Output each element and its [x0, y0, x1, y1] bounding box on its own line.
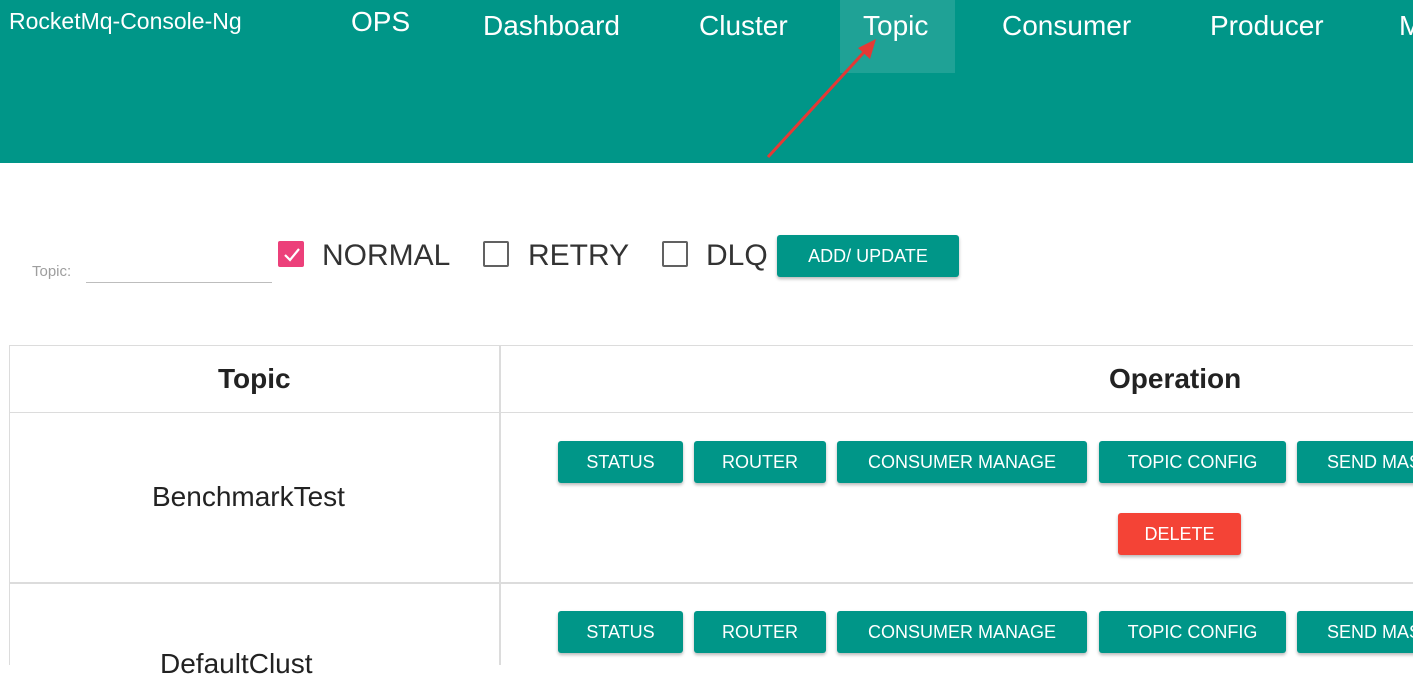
nav-cluster-label: Cluster — [699, 10, 788, 41]
topic-config-button[interactable]: TOPIC CONFIG — [1099, 611, 1286, 653]
nav-ops-label: OPS — [351, 6, 411, 37]
table-border-left — [9, 345, 10, 665]
topic-name-cell: BenchmarkTest — [152, 481, 345, 512]
nav-consumer[interactable]: Consumer — [1002, 0, 1131, 73]
top-navbar: RocketMq-Console-Ng OPS Dashboard Cluste… — [0, 0, 1413, 163]
status-button[interactable]: STATUS — [558, 611, 683, 653]
topic-name-cell: DefaultClust — [160, 648, 313, 679]
nav-cluster[interactable]: Cluster — [699, 0, 788, 73]
nav-dashboard[interactable]: Dashboard — [483, 0, 620, 73]
status-button[interactable]: STATUS — [558, 441, 683, 483]
nav-producer-label: Producer — [1210, 10, 1324, 41]
consumer-manage-button[interactable]: CONSUMER MANAGE — [837, 441, 1087, 483]
nav-more-label: M — [1399, 10, 1413, 41]
nav-more[interactable]: M — [1399, 0, 1413, 73]
router-button[interactable]: ROUTER — [694, 441, 826, 483]
normal-checkbox[interactable] — [278, 241, 304, 267]
header-divider — [9, 412, 1413, 413]
nav-topic[interactable]: Topic — [840, 0, 955, 73]
column-header-operation: Operation — [1109, 363, 1242, 394]
nav-topic-label: Topic — [863, 10, 929, 41]
retry-checkbox[interactable] — [483, 241, 509, 267]
router-button[interactable]: ROUTER — [694, 611, 826, 653]
table-border-top — [9, 345, 1413, 346]
checkmark-icon — [284, 248, 300, 262]
nav-dashboard-label: Dashboard — [483, 10, 620, 41]
app-brand[interactable]: RocketMq-Console-Ng — [9, 8, 242, 35]
normal-checkbox-label[interactable]: NORMAL — [322, 239, 450, 273]
column-header-topic: Topic — [218, 363, 291, 394]
topic-table: Topic Operation BenchmarkTest STATUS ROU… — [9, 345, 1413, 679]
add-update-button[interactable]: ADD/ UPDATE — [777, 235, 959, 277]
dlq-checkbox[interactable] — [662, 241, 688, 267]
dlq-checkbox-label[interactable]: DLQ — [706, 239, 768, 273]
send-message-button[interactable]: SEND MAS — [1297, 611, 1413, 653]
topic-filter-input[interactable] — [86, 254, 272, 283]
retry-checkbox-label[interactable]: RETRY — [528, 239, 629, 273]
delete-button[interactable]: DELETE — [1118, 513, 1241, 555]
nav-producer[interactable]: Producer — [1210, 0, 1324, 73]
column-divider — [499, 345, 501, 665]
topic-filter-label: Topic: — [32, 263, 72, 280]
consumer-manage-button[interactable]: CONSUMER MANAGE — [837, 611, 1087, 653]
row-divider — [9, 582, 1413, 584]
topic-config-button[interactable]: TOPIC CONFIG — [1099, 441, 1286, 483]
nav-ops[interactable]: OPS — [351, 0, 410, 73]
nav-consumer-label: Consumer — [1002, 10, 1132, 41]
send-message-button[interactable]: SEND MAS — [1297, 441, 1413, 483]
